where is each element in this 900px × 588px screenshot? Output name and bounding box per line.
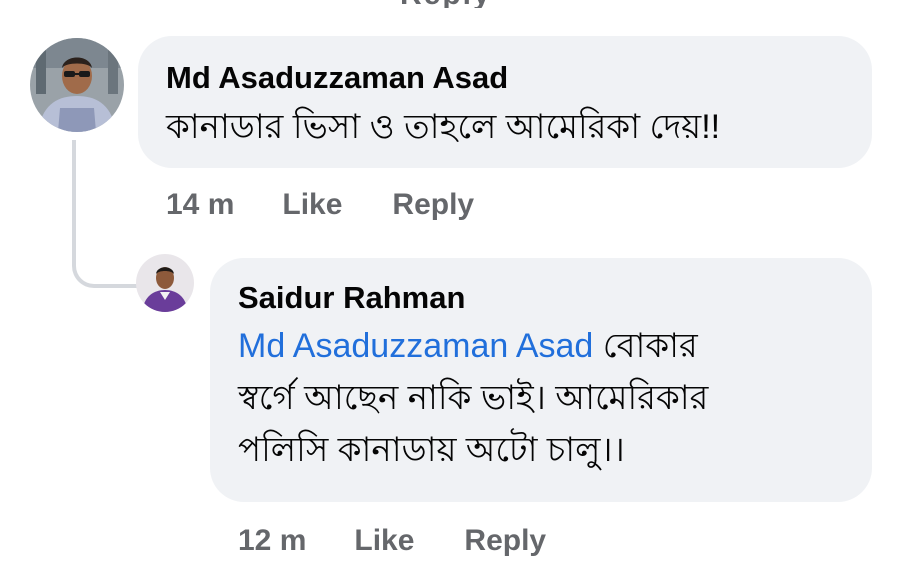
previous-reply-label: Reply — [400, 0, 492, 8]
comment-actions: 12 m Like Reply — [238, 524, 546, 558]
comment-bubble: Saidur Rahman Md Asaduzzaman Asad বোকার … — [210, 258, 872, 502]
comment-text-line: স্বর্গে আছেন নাকি ভাই। আমেরিকার — [238, 379, 709, 417]
avatar[interactable] — [30, 38, 124, 132]
comment-bubble: Md Asaduzzaman Asad কানাডার ভিসা ও তাহলে… — [138, 36, 872, 168]
profile-photo-icon — [136, 254, 194, 312]
reply-thread-connector — [72, 140, 138, 288]
comment-text-fragment: বোকার — [602, 327, 698, 365]
previous-comment-actions-partial: Reply — [250, 0, 580, 8]
comment-text-line: Md Asaduzzaman Asad বোকার — [238, 320, 844, 372]
comment-author-name[interactable]: Md Asaduzzaman Asad — [166, 58, 844, 98]
comment-text: কানাডার ভিসা ও তাহলে আমেরিকা দেয়!! — [166, 108, 721, 146]
profile-photo-icon — [30, 38, 124, 132]
reply-button[interactable]: Reply — [464, 524, 546, 558]
comment-text-line: পলিসি কানাডায় অটো চালু।। — [238, 431, 625, 469]
mention-link[interactable]: Md Asaduzzaman Asad — [238, 327, 593, 365]
comment-timestamp[interactable]: 14 m — [166, 188, 234, 222]
comment-text: Md Asaduzzaman Asad বোকার স্বর্গে আছেন ন… — [238, 320, 844, 476]
comment-author-name[interactable]: Saidur Rahman — [238, 278, 844, 318]
comment-timestamp[interactable]: 12 m — [238, 524, 306, 558]
avatar[interactable] — [136, 254, 194, 312]
reply-button[interactable]: Reply — [392, 188, 474, 222]
like-button[interactable]: Like — [354, 524, 414, 558]
like-button[interactable]: Like — [282, 188, 342, 222]
comment-actions: 14 m Like Reply — [166, 188, 474, 222]
